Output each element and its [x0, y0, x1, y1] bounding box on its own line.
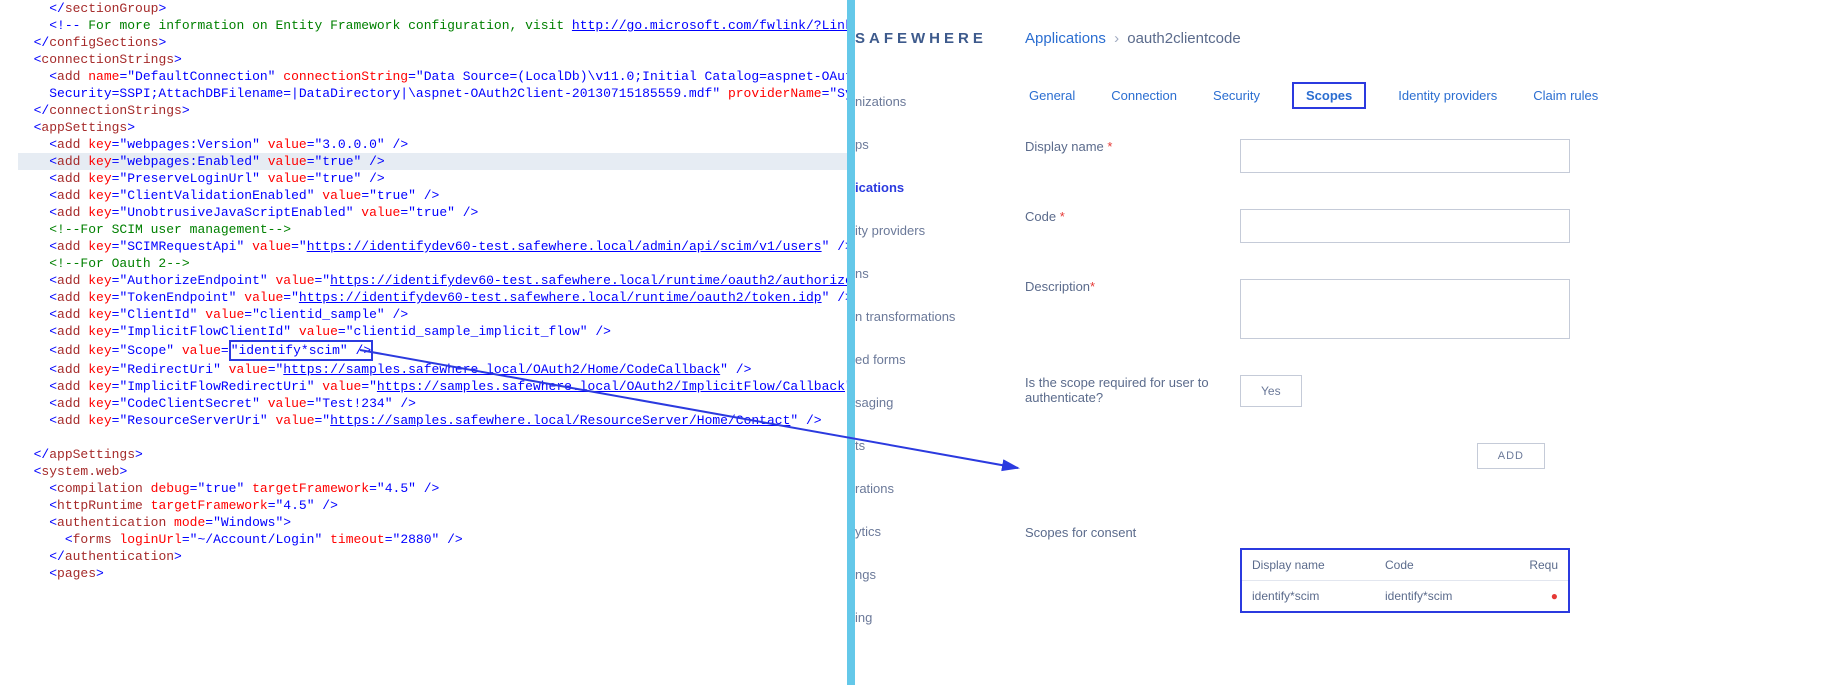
breadcrumb-root[interactable]: Applications — [1025, 30, 1106, 47]
label-description: Description* — [1025, 279, 1210, 294]
tab-scopes[interactable]: Scopes — [1292, 82, 1366, 109]
scopes-grid: Display name Code Requ identify*scim ide… — [1240, 548, 1570, 613]
brand-logo: SAFEWHERE — [855, 30, 987, 47]
code-line[interactable]: </authentication> — [18, 548, 847, 565]
sidenav-item[interactable]: ing — [855, 596, 963, 639]
code-line[interactable]: </connectionStrings> — [18, 102, 847, 119]
input-code[interactable] — [1240, 209, 1570, 243]
scope-highlight-box: "identify*scim" /> — [229, 340, 373, 361]
code-line[interactable]: <add key="webpages:Enabled" value="true"… — [18, 153, 847, 170]
tab-security[interactable]: Security — [1209, 82, 1264, 109]
tab-connection[interactable]: Connection — [1107, 82, 1181, 109]
code-line[interactable]: <add name="DefaultConnection" connection… — [18, 68, 847, 85]
grid-header-required: Requ — [1518, 558, 1558, 572]
code-editor[interactable]: </sectionGroup> <!-- For more informatio… — [0, 0, 847, 685]
sidenav-item[interactable]: ed forms — [855, 338, 963, 381]
button-add[interactable]: ADD — [1477, 443, 1545, 469]
label-display-name: Display name * — [1025, 139, 1210, 154]
code-line[interactable]: <add key="AuthorizeEndpoint" value="http… — [18, 272, 847, 289]
tab-claim-rules[interactable]: Claim rules — [1529, 82, 1602, 109]
breadcrumb-current: oauth2clientcode — [1127, 30, 1240, 47]
label-code: Code * — [1025, 209, 1210, 224]
grid-header-code: Code — [1385, 558, 1518, 572]
tab-bar: General Connection Security Scopes Identity … — [1025, 82, 1836, 109]
code-line[interactable]: <authentication mode="Windows"> — [18, 514, 847, 531]
code-line[interactable]: <add key="TokenEndpoint" value="https://… — [18, 289, 847, 306]
code-line[interactable]: <!--For SCIM user management--> — [18, 221, 847, 238]
input-description[interactable] — [1240, 279, 1570, 339]
side-navigation: nizationspsicationsity providersnsn tran… — [855, 80, 963, 639]
sidenav-item[interactable]: nizations — [855, 80, 963, 123]
grid-row[interactable]: identify*scim identify*scim ● — [1242, 581, 1568, 611]
code-line[interactable]: <add key="webpages:Version" value="3.0.0… — [18, 136, 847, 153]
code-line[interactable]: <httpRuntime targetFramework="4.5" /> — [18, 497, 847, 514]
required-dot-icon: ● — [1551, 589, 1558, 603]
code-line[interactable]: <add key="ResourceServerUri" value="http… — [18, 412, 847, 429]
tab-identity-providers[interactable]: Identity providers — [1394, 82, 1501, 109]
code-line[interactable]: <!-- For more information on Entity Fram… — [18, 17, 847, 34]
sidenav-item[interactable]: rations — [855, 467, 963, 510]
code-line[interactable]: <add key="SCIMRequestApi" value="https:/… — [18, 238, 847, 255]
label-required: Is the scope required for user to authen… — [1025, 375, 1210, 405]
code-line[interactable]: </appSettings> — [18, 446, 847, 463]
admin-panel: SAFEWHERE nizationspsicationsity provide… — [855, 0, 1836, 685]
code-line[interactable]: <compilation debug="true" targetFramewor… — [18, 480, 847, 497]
code-line[interactable]: <add key="ImplicitFlowRedirectUri" value… — [18, 378, 847, 395]
input-display-name[interactable] — [1240, 139, 1570, 173]
code-line[interactable]: <forms loginUrl="~/Account/Login" timeou… — [18, 531, 847, 548]
code-line[interactable]: <add key="Scope" value="identify*scim" /… — [18, 340, 847, 361]
sidenav-item[interactable]: ity providers — [855, 209, 963, 252]
label-scopes-consent: Scopes for consent — [1025, 525, 1836, 540]
tab-general[interactable]: General — [1025, 82, 1079, 109]
sidenav-item[interactable]: saging — [855, 381, 963, 424]
code-line[interactable]: <add key="ClientId" value="clientid_samp… — [18, 306, 847, 323]
sidenav-item[interactable]: ications — [855, 166, 963, 209]
sidenav-item[interactable]: n transformations — [855, 295, 963, 338]
grid-header-display-name: Display name — [1252, 558, 1385, 572]
code-line[interactable]: <add key="RedirectUri" value="https://sa… — [18, 361, 847, 378]
code-line[interactable]: <add key="UnobtrusiveJavaScriptEnabled" … — [18, 204, 847, 221]
code-line[interactable]: <add key="PreserveLoginUrl" value="true"… — [18, 170, 847, 187]
code-line[interactable]: <appSettings> — [18, 119, 847, 136]
code-line[interactable]: <connectionStrings> — [18, 51, 847, 68]
breadcrumb: Applications › oauth2clientcode — [1025, 30, 1836, 47]
code-line[interactable]: <add key="ClientValidationEnabled" value… — [18, 187, 847, 204]
code-line[interactable]: <pages> — [18, 565, 847, 582]
sidenav-item[interactable]: ts — [855, 424, 963, 467]
sidenav-item[interactable]: ytics — [855, 510, 963, 553]
code-line[interactable]: <add key="CodeClientSecret" value="Test!… — [18, 395, 847, 412]
code-line[interactable]: <add key="ImplicitFlowClientId" value="c… — [18, 323, 847, 340]
code-line[interactable]: </sectionGroup> — [18, 0, 847, 17]
sidenav-item[interactable]: ngs — [855, 553, 963, 596]
code-line[interactable]: Security=SSPI;AttachDBFilename=|DataDire… — [18, 85, 847, 102]
code-line[interactable]: </configSections> — [18, 34, 847, 51]
button-yes[interactable]: Yes — [1240, 375, 1302, 407]
sidenav-item[interactable]: ns — [855, 252, 963, 295]
code-line[interactable] — [18, 429, 847, 446]
sidenav-item[interactable]: ps — [855, 123, 963, 166]
pane-divider — [847, 0, 855, 685]
code-line[interactable]: <system.web> — [18, 463, 847, 480]
code-line[interactable]: <!--For Oauth 2--> — [18, 255, 847, 272]
